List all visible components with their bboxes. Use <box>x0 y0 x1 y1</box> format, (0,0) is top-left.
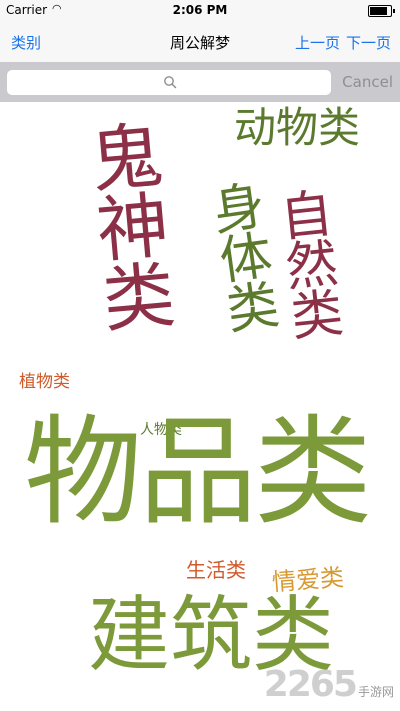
status-bar: Carrier ◠ 2:06 PM <box>0 0 400 20</box>
category-animal[interactable]: 动物类 <box>234 107 360 149</box>
navigation-bar: 类别 周公解梦 上一页 下一页 <box>0 20 400 63</box>
search-field[interactable] <box>7 70 335 97</box>
category-ghost[interactable]: 鬼神类 <box>75 117 177 334</box>
watermark-text: 手游网 <box>357 685 394 699</box>
watermark-logo: 2265 <box>263 664 358 705</box>
category-nature[interactable]: 自然类 <box>268 185 343 340</box>
category-object[interactable]: 物品类 <box>24 413 372 531</box>
category-plant[interactable]: 植物类 <box>19 374 70 391</box>
search-bar: Cancel <box>0 62 400 102</box>
cancel-button[interactable]: Cancel <box>342 73 393 91</box>
page-title: 周公解梦 <box>169 34 230 52</box>
category-word-cloud: 动物类 鬼神类 自然类 身体类 植物类 人物类 物品类 生活类 情爱类 建筑类 … <box>0 103 400 711</box>
clock: 2:06 PM <box>172 3 228 17</box>
watermark: 2265 手游网 <box>264 664 394 705</box>
battery-icon <box>368 5 395 17</box>
category-body[interactable]: 身体类 <box>200 178 280 335</box>
next-page-button[interactable]: 下一页 <box>346 32 391 53</box>
category-life[interactable]: 生活类 <box>186 560 246 580</box>
search-icon <box>164 76 177 89</box>
prev-page-button[interactable]: 上一页 <box>295 32 340 53</box>
